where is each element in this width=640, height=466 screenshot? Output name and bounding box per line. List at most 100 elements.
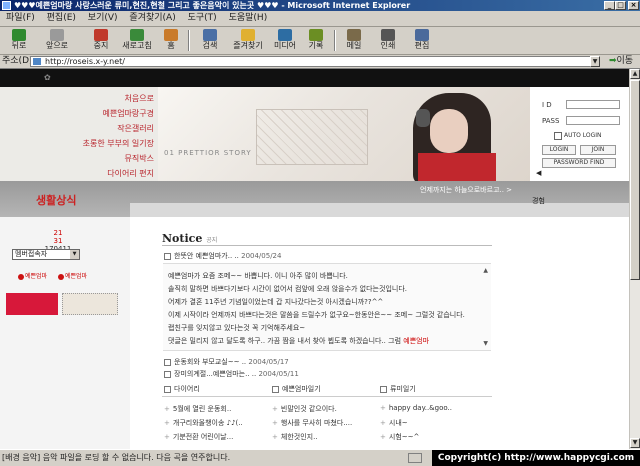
ie-icon [2,1,11,10]
nav-item-musicbox[interactable]: 뮤직박스 [125,153,154,164]
band-link[interactable]: 언제까지는 하늘으로바르고.. > [420,185,512,195]
back-button[interactable]: 뒤로 [4,28,34,53]
board-item[interactable]: + 빈말인것 같으이다. [272,404,337,414]
home-button[interactable]: 홈 [160,28,182,53]
nav-item-letters[interactable]: 다이어리 편지 [107,168,154,179]
post-date: 2004/05/11 [258,370,299,378]
auto-login-checkbox[interactable] [554,132,562,140]
counter-today: 21 [53,229,63,237]
board-header-mom[interactable]: 예쁜엄마일기 [272,384,321,394]
post-sign: 예쁜엄마 [403,337,430,345]
window-title: ♥♥♥예쁜엄마랑 사랑스러운 류미,현진,현철 그리고 좋은음악이 있는곳 ♥♥… [14,1,411,10]
badge-right[interactable]: 예쁜엄마 [58,271,87,280]
board-item[interactable]: + 개구리와올챙이송 ♪♪(.. [164,418,243,428]
menu-favorites[interactable]: 즐겨찾기(A) [129,13,175,23]
menu-bar: 파일(F) 편집(E) 보기(V) 즐겨찾기(A) 도구(T) 도움말(H) [0,11,640,27]
home-icon [164,29,178,41]
notice-post-body: ▲ 예쁜엄마가 요즘 조메~~ 바쁩니다. 이니 아주 많이 바쁩니다. 솔직히… [163,263,491,351]
address-bar: 주소(D) http://roseis.x-y.net/ ▼ ➡이동 [0,55,640,69]
close-button[interactable]: × [628,1,639,10]
address-url: http://roseis.x-y.net/ [45,57,125,66]
favorites-button[interactable]: 즐겨찾기 [228,28,268,53]
address-input[interactable]: http://roseis.x-y.net/ [30,56,600,67]
address-label: 주소(D) [2,56,33,66]
menu-file[interactable]: 파일(F) [6,13,35,23]
join-button[interactable]: JOIN [580,145,616,155]
post-date: 2004/05/17 [248,358,289,366]
toolbar: 뒤로 앞으로 중지 새로고침 홈 검색 즐겨찾기 미디어 기록 메일 인쇄 편집 [0,27,640,55]
nav-item-gallery[interactable]: 작은갤러리 [117,123,154,134]
scroll-up-icon[interactable]: ▲ [483,267,488,274]
history-button[interactable]: 기록 [304,28,328,53]
board-header-ryumi[interactable]: 류미일기 [380,384,416,394]
bullet-icon [164,370,171,378]
side-label: 경험 [532,197,545,205]
print-icon [381,29,395,41]
notice-subtitle: 공지 [206,237,218,244]
mail-button[interactable]: 메일 [342,28,366,53]
notice-post-row[interactable]: 운동회와 부모교실~~ .. 2004/05/17 [164,357,289,367]
site-top-bar: ✿ [0,69,629,87]
id-field[interactable] [566,100,620,109]
board-item[interactable]: + 시내~ [380,418,408,428]
scroll-thumb[interactable] [630,80,640,280]
scroll-down-arrow-icon[interactable]: ▼ [630,438,640,448]
login-panel: I D PASS AUTO LOGIN LOGIN JOIN PASSWORD … [530,87,629,181]
nav-item-home[interactable]: 처음으로 [125,93,154,104]
vertical-scrollbar[interactable]: ▲ ▼ [629,69,640,449]
back-arrow-icon [12,29,26,41]
maximize-button[interactable]: □ [615,1,626,10]
search-button[interactable]: 검색 [196,28,224,53]
menu-view[interactable]: 보기(V) [88,13,118,23]
post-title: 장미의계절...예쁜엄마는.. [174,370,250,378]
post-body-line: 이제 시작이라 언제까지 바쁘다는것은 말씀을 드릴수가 없구요~한동안은~~ … [168,311,465,319]
menu-help[interactable]: 도움말(H) [229,13,268,23]
address-dropdown-button[interactable]: ▼ [590,56,600,67]
media-button[interactable]: 미디어 [268,28,302,53]
board-item[interactable]: + 시험~~^ [380,432,419,442]
counter-yesterday: 31 [53,237,63,245]
notice-post-row[interactable]: 한뜻안 예쁜엄마가.. .. 2004/05/24 [164,251,281,261]
board-item[interactable]: + 기분전환 어린이날... [164,432,233,442]
print-button[interactable]: 인쇄 [376,28,400,53]
nav-item-tour[interactable]: 예쁜엄마랑구경 [102,108,154,119]
page-viewport: ✿ 처음으로 예쁜엄마랑구경 작은갤러리 초롱한 부부의 일기장 뮤직박스 다이… [0,69,629,449]
hero-caption: 01 PRETTIOR STORY [164,149,252,157]
board-item[interactable]: + happy day..&goo.. [380,404,452,412]
go-button[interactable]: ➡이동 [603,55,639,68]
refresh-button[interactable]: 새로고침 [118,28,156,53]
favorites-icon [241,29,255,41]
mail-icon [347,29,361,41]
hero-figure-shirt [418,153,496,183]
stop-icon [94,29,108,41]
nav-item-diary[interactable]: 초롱한 부부의 일기장 [83,138,154,149]
menu-edit[interactable]: 편집(E) [47,13,76,23]
password-field[interactable] [566,116,620,125]
board-item[interactable]: +5월에 열린 운동회.. [164,404,231,414]
password-find-button[interactable]: PASSWORD FIND [542,158,616,168]
badge-left-label: 예쁜엄마 [25,273,48,280]
minimize-button[interactable]: _ [604,1,615,10]
status-text: [배경 음악] 음악 파일을 로딩 할 수 없습니다. 다음 곡을 연주합니다. [2,453,231,462]
member-select[interactable]: 멤버접속자 ▼ [12,249,80,260]
bullet-icon [380,385,387,393]
edit-button[interactable]: 편집 [410,28,434,53]
board-title: 다이어리 [174,385,200,393]
login-button[interactable]: LOGIN [542,145,576,155]
menu-tools[interactable]: 도구(T) [188,13,217,23]
board-header-diary[interactable]: 다이어리 [164,384,200,394]
forward-arrow-icon [50,29,64,41]
badge-left[interactable]: 예쁜엄마 [18,271,47,280]
notice-post-row[interactable]: 장미의계절...예쁜엄마는.. .. 2004/05/11 [164,369,299,379]
forward-button[interactable]: 앞으로 [40,28,74,53]
board-item[interactable]: + 행사를 무사히 마쳤다.... [272,418,352,428]
stop-button[interactable]: 중지 [88,28,114,53]
badge-dot-icon [18,273,24,280]
post-date: 2004/05/24 [241,252,282,260]
scroll-up-arrow-icon[interactable]: ▲ [630,69,640,79]
scroll-down-icon[interactable]: ▼ [483,340,488,347]
board-item[interactable]: + 체한것인지.. [272,432,318,442]
thumbnail-photo-2[interactable] [62,293,118,315]
thumbnail-photo-1[interactable] [6,293,58,315]
board-title: 류미일기 [390,385,416,393]
